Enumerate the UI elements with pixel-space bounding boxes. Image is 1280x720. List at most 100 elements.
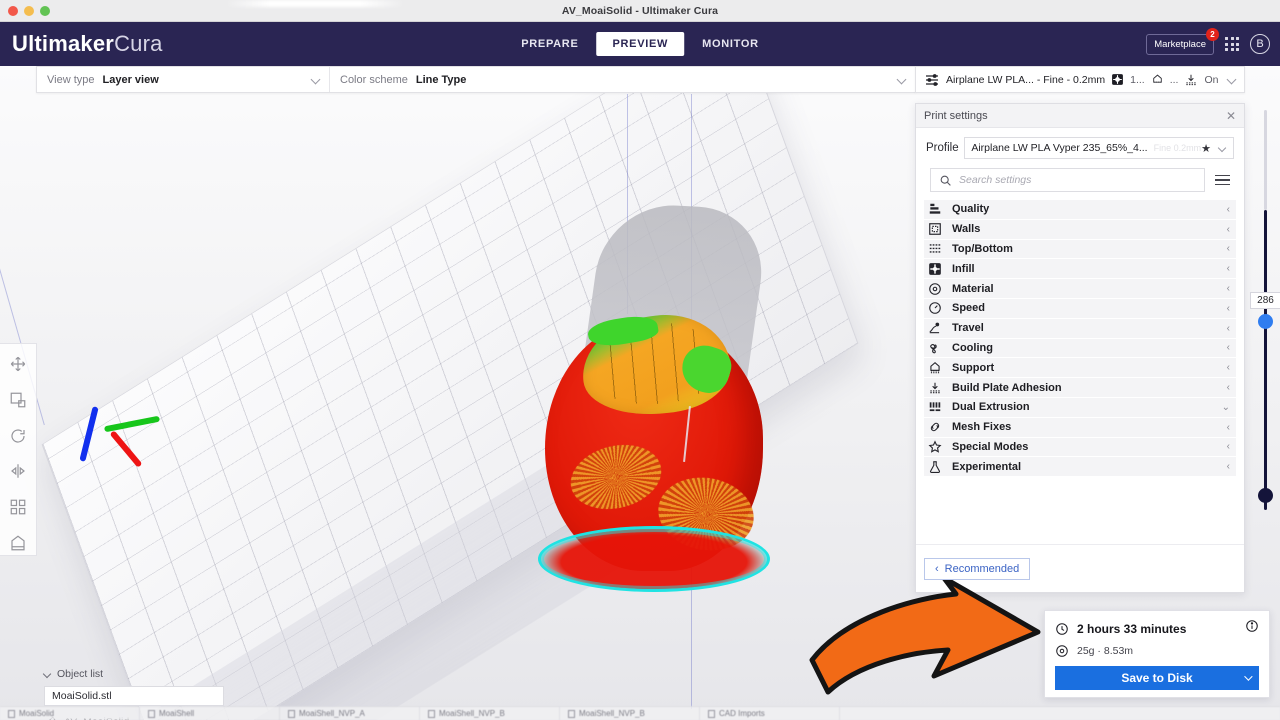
profile-value: Airplane LW PLA Vyper 235_65%_4... bbox=[971, 142, 1148, 154]
marketplace-button[interactable]: Marketplace 2 bbox=[1146, 27, 1219, 55]
layer-slider-bottom-handle[interactable] bbox=[1258, 488, 1273, 503]
color-scheme-dropdown[interactable]: Color scheme Line Type bbox=[329, 67, 915, 92]
chevron-down-icon bbox=[1217, 143, 1227, 153]
chevron-left-icon: ‹ bbox=[1226, 263, 1230, 275]
os-title-bar: AV_MoaiSolid - Ultimaker Cura bbox=[0, 0, 1280, 22]
special-modes-icon bbox=[926, 440, 943, 454]
setting-category-experimental[interactable]: Experimental ‹ bbox=[924, 457, 1236, 477]
setting-category-speed[interactable]: Speed ‹ bbox=[924, 298, 1236, 318]
chevron-left-icon: ‹ bbox=[1226, 362, 1230, 374]
category-label: Travel bbox=[952, 322, 984, 335]
setting-category-walls[interactable]: Walls ‹ bbox=[924, 219, 1236, 239]
hamburger-menu-icon[interactable] bbox=[1213, 173, 1232, 188]
category-label: Walls bbox=[952, 223, 981, 236]
tab-monitor[interactable]: MONITOR bbox=[686, 32, 775, 56]
tab-preview[interactable]: PREVIEW bbox=[596, 32, 685, 56]
taskbar-label: MoaiShell_NVP_A bbox=[299, 709, 365, 718]
window-icon bbox=[288, 709, 295, 718]
chevron-down-icon bbox=[896, 74, 907, 85]
print-settings-title: Print settings bbox=[924, 109, 988, 122]
setting-category-support[interactable]: Support ‹ bbox=[924, 358, 1236, 378]
brand-ultimaker: Ultimaker bbox=[12, 31, 115, 56]
taskbar-item[interactable]: MoaiShell_NVP_B bbox=[420, 707, 560, 720]
taskbar-item[interactable]: CAD Imports bbox=[700, 707, 840, 720]
setting-category-special-modes[interactable]: Special Modes ‹ bbox=[924, 437, 1236, 457]
account-avatar[interactable]: B bbox=[1250, 34, 1270, 54]
setting-category-material[interactable]: Material ‹ bbox=[924, 279, 1236, 298]
tab-prepare[interactable]: PREPARE bbox=[505, 32, 594, 56]
layer-number-label: 286 bbox=[1250, 292, 1280, 309]
view-type-dropdown[interactable]: View type Layer view bbox=[37, 67, 329, 92]
category-label: Infill bbox=[952, 262, 975, 275]
chevron-left-icon: ‹ bbox=[1226, 243, 1230, 255]
machine-configuration-bar[interactable]: Airplane LW PLA... - Fine - 0.2mm 1... .… bbox=[915, 66, 1245, 93]
setting-category-mesh-fixes[interactable]: Mesh Fixes ‹ bbox=[924, 417, 1236, 437]
search-settings-box[interactable] bbox=[930, 168, 1205, 192]
close-icon[interactable]: ✕ bbox=[1226, 110, 1236, 122]
chevron-left-icon: ‹ bbox=[1226, 203, 1230, 215]
recommended-mode-button[interactable]: ‹ Recommended bbox=[924, 557, 1031, 580]
setting-category-quality[interactable]: Quality ‹ bbox=[924, 200, 1236, 219]
mesh-fixes-icon bbox=[926, 420, 943, 434]
header-right-actions: Marketplace 2 B bbox=[1146, 27, 1270, 55]
adhesion-value: On bbox=[1204, 73, 1219, 86]
chevron-down-icon bbox=[42, 669, 52, 679]
chevron-left-icon: ‹ bbox=[1226, 441, 1230, 453]
print-settings-header: Print settings ✕ bbox=[916, 104, 1244, 128]
info-icon[interactable] bbox=[1245, 619, 1259, 638]
dual-extrusion-icon bbox=[926, 400, 943, 414]
experimental-icon bbox=[926, 460, 943, 474]
extruder-value: 1... bbox=[1130, 73, 1145, 86]
category-label: Support bbox=[952, 361, 995, 374]
chevron-left-icon: ‹ bbox=[1226, 302, 1230, 314]
category-label: Build Plate Adhesion bbox=[952, 381, 1062, 394]
search-input[interactable] bbox=[959, 174, 1196, 186]
sliced-model-preview[interactable] bbox=[538, 201, 790, 596]
support-blocker-icon[interactable] bbox=[6, 531, 31, 555]
star-icon[interactable]: ★ bbox=[1201, 142, 1211, 155]
layer-slider-top-handle[interactable] bbox=[1258, 314, 1273, 329]
chevron-down-icon[interactable] bbox=[1244, 672, 1253, 681]
setting-category-travel[interactable]: Travel ‹ bbox=[924, 318, 1236, 338]
setting-category-build-plate-adhesion[interactable]: Build Plate Adhesion ‹ bbox=[924, 378, 1236, 397]
material-usage-row: 25g · 8.53m bbox=[1055, 644, 1259, 658]
extruder-icon bbox=[1112, 74, 1124, 85]
apps-grid-icon[interactable] bbox=[1225, 37, 1239, 51]
chevron-down-icon bbox=[310, 74, 321, 85]
rotate-icon[interactable] bbox=[6, 424, 31, 448]
layer-view-slider[interactable]: 286 bbox=[1250, 110, 1280, 510]
profile-ghost-text: Fine 0.2mm bbox=[1153, 143, 1202, 153]
taskbar-label: MoaiSolid bbox=[19, 709, 55, 718]
cooling-icon bbox=[926, 341, 943, 355]
setting-category-cooling[interactable]: Cooling ‹ bbox=[924, 338, 1236, 358]
setting-category-dual-extrusion[interactable]: Dual Extrusion ⌄ bbox=[924, 397, 1236, 417]
taskbar-item[interactable]: MoaiShell_NVP_A bbox=[280, 707, 420, 720]
setting-category-top-bottom[interactable]: Top/Bottom ‹ bbox=[924, 239, 1236, 259]
adhesion-icon bbox=[926, 381, 943, 395]
sliders-icon bbox=[926, 73, 938, 86]
move-icon[interactable] bbox=[6, 352, 31, 376]
app-logo: UltimakerCura bbox=[12, 31, 163, 57]
setting-category-infill[interactable]: Infill ‹ bbox=[924, 259, 1236, 279]
chevron-left-icon: ‹ bbox=[1226, 342, 1230, 354]
category-label: Speed bbox=[952, 302, 986, 315]
model-tools-toolbar bbox=[0, 343, 37, 556]
taskbar-item[interactable]: MoaiShell_NVP_B bbox=[560, 707, 700, 720]
mirror-icon[interactable] bbox=[6, 459, 31, 483]
model-skirt-cyan bbox=[538, 526, 770, 592]
object-file-field[interactable]: MoaiSolid.stl bbox=[44, 686, 224, 706]
layer-slider-track[interactable] bbox=[1264, 210, 1267, 510]
object-list-header[interactable]: Object list bbox=[42, 668, 224, 680]
top-bottom-icon bbox=[926, 242, 943, 256]
taskbar-item[interactable]: MoaiShell bbox=[140, 707, 280, 720]
scale-icon[interactable] bbox=[6, 388, 31, 412]
print-settings-footer: ‹ Recommended bbox=[916, 544, 1244, 592]
category-label: Cooling bbox=[952, 341, 993, 354]
category-label: Special Modes bbox=[952, 440, 1029, 453]
chevron-left-icon: ‹ bbox=[1226, 322, 1230, 334]
per-model-settings-icon[interactable] bbox=[6, 495, 31, 519]
taskbar-item[interactable]: MoaiSolid bbox=[0, 707, 140, 720]
save-to-disk-button[interactable]: Save to Disk bbox=[1055, 666, 1259, 690]
profile-dropdown[interactable]: Airplane LW PLA Vyper 235_65%_4... Fine … bbox=[964, 137, 1234, 159]
os-window-title: AV_MoaiSolid - Ultimaker Cura bbox=[561, 4, 719, 17]
